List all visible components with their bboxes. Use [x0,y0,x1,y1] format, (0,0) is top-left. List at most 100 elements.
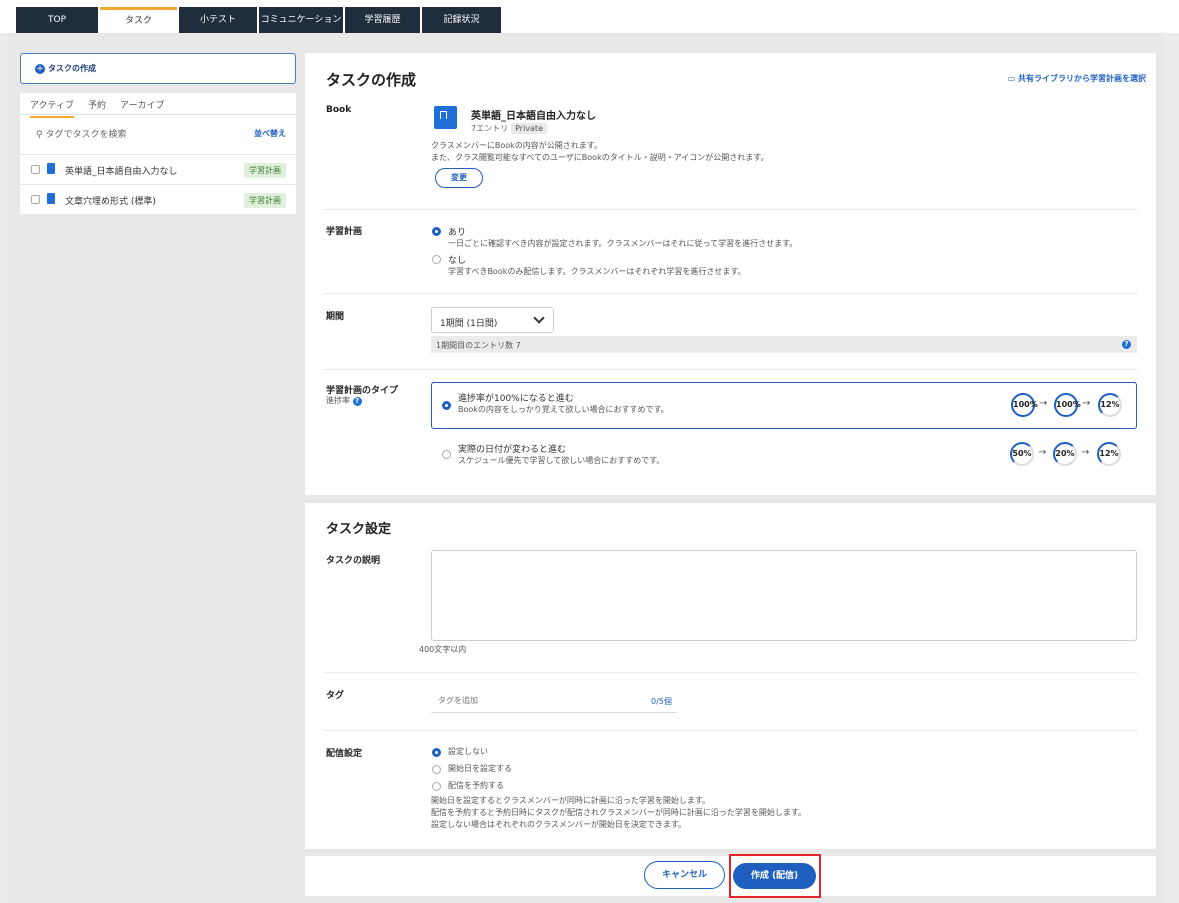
sort-button[interactable]: 並べ替え [254,128,286,139]
divider [323,369,1138,370]
visibility-badge: Private [511,123,547,134]
divider [20,114,296,115]
option-title: 実際の日付が変わると進む [458,445,567,455]
list-item-label: 文章穴埋め形式 (標準) [65,197,156,207]
tag-label: タグ [326,691,345,701]
tab-record-status[interactable]: 記録状況 [422,7,501,34]
tag-input-underline [431,712,677,713]
arrow-right-icon: → [1039,398,1048,409]
delivery-start-date-radio[interactable] [432,765,441,774]
list-item-label: 英単語_日本語自由入力なし [65,167,178,177]
description-limit: 400文字以内 [419,645,467,654]
delivery-label: 配信設定 [326,749,363,759]
task-list-panel: アクティブ 予約 アーカイブ ⚲ タグでタスクを検索 並べ替え 英単語_日本語自… [20,93,296,214]
plan-no-radio[interactable] [432,255,441,264]
tag-count: 0/5個 [651,697,672,706]
book-meta: 7エントリ Private [471,123,547,134]
divider [323,730,1138,731]
progress-circle: 12% [1097,442,1121,466]
plan-badge: 学習計画 [244,163,286,178]
period-info-bar: 1期間目のエントリ数 7 ? [431,336,1137,353]
book-icon [434,106,457,129]
task-settings-panel: タスク設定 タスクの説明 400文字以内 タグ タグを追加 0/5個 配信設定 … [305,503,1156,849]
tab-archive[interactable]: アーカイブ [120,98,164,118]
option-title: 進捗率が100%になると進む [458,394,574,404]
plus-icon: + [35,64,45,74]
book-note-1: クラスメンバーにBookの内容が公開されます。 [431,141,602,150]
progress-label-text: 進捗率 [326,396,350,405]
progress-circle: 20% [1053,442,1077,466]
book-icon [47,193,55,204]
book-note-2: また、クラス閲覧可能なすべてのユーザにBookのタイトル・説明・アイコンが公開さ… [431,153,769,162]
plan-yes-label: あり [448,228,467,238]
arrow-right-icon: → [1038,447,1047,458]
option-note: スケジュール優先で学習して欲しい場合におすすめです。 [458,456,665,465]
shared-library-link[interactable]: ▭ 共有ライブラリから学習計画を選択 [1008,73,1146,84]
tab-learning-history[interactable]: 学習履歴 [345,7,420,34]
task-create-panel: タスクの作成 ▭ 共有ライブラリから学習計画を選択 Book 英単語_日本語自由… [305,53,1156,495]
nav-tabs: TOP タスク 小テスト コミュニケーション 学習履歴 記録状況 [16,7,501,34]
page-title: タスクの作成 [326,71,417,89]
arrow-right-icon: → [1081,447,1090,458]
folder-icon: ▭ [1007,74,1018,83]
progress-circle: 100% [1054,393,1081,417]
tag-input[interactable]: タグを追加 [438,695,478,707]
settings-title: タスク設定 [326,522,392,537]
plan-no-label: なし [448,256,467,266]
divider [323,672,1138,673]
help-icon[interactable]: ? [1122,340,1131,349]
tag-search-input[interactable]: ⚲ タグでタスクを検索 [36,127,126,140]
delivery-note-1: 開始日を設定するとクラスメンバーが同時に計画に沿った学習を開始します。 [431,796,711,805]
period-selected-value: 1期間 (1日間) [440,319,498,329]
delivery-option-label: 配信を予約する [448,781,504,790]
divider [323,293,1138,294]
tab-task[interactable]: タスク [100,7,177,34]
plan-badge: 学習計画 [244,193,286,208]
progress-radio[interactable] [442,401,451,410]
option-note: Bookの内容をしっかり覚えて欲しい場合におすすめです。 [458,405,669,414]
date-radio[interactable] [442,450,451,459]
book-title: 英単語_日本語自由入力なし [471,111,596,122]
period-label: 期間 [326,312,345,322]
period-entry-count: 1期間目のエントリ数 7 [436,341,521,350]
tab-communication[interactable]: コミュニケーション [259,7,343,34]
create-task-label: タスクの作成 [48,64,96,73]
checkbox[interactable] [31,195,40,204]
plan-type-option-progress[interactable]: 進捗率が100%になると進む Bookの内容をしっかり覚えて欲しい場合におすすめ… [431,382,1137,429]
description-label: タスクの説明 [326,556,381,566]
divider [323,209,1138,210]
delivery-option-label: 開始日を設定する [448,764,512,773]
action-footer: キャンセル 作成 (配信) [305,854,1156,898]
book-icon [47,163,55,174]
delivery-note-2: 配信を予約すると予約日時にタスクが配信されクラスメンバーが同時に計画に沿った学習… [431,808,807,817]
task-list-tabs: アクティブ 予約 アーカイブ [30,98,165,118]
tag-search-placeholder: タグでタスクを検索 [45,130,127,140]
help-icon[interactable]: ? [352,397,362,406]
plan-label: 学習計画 [326,227,363,237]
cancel-button[interactable]: キャンセル [644,861,725,889]
arrow-right-icon: → [1082,398,1091,409]
tab-scheduled[interactable]: 予約 [88,98,106,118]
plan-yes-note: 一日ごとに確認すべき内容が設定されます。クラスメンバーはそれに従って学習を進行さ… [448,239,798,248]
description-textarea[interactable] [431,550,1137,641]
tab-active[interactable]: アクティブ [30,98,75,118]
create-task-button[interactable]: + タスクの作成 [20,53,296,84]
delivery-schedule-radio[interactable] [432,782,441,791]
progress-label: 進捗率 ? [326,395,362,407]
delivery-option-label: 設定しない [448,747,488,756]
plan-yes-radio[interactable] [432,227,441,236]
checkbox[interactable] [31,165,40,174]
delivery-note-3: 設定しない場合はそれぞれのクラスメンバーが開始日を決定できます。 [431,820,687,829]
change-book-button[interactable]: 変更 [435,168,483,188]
progress-circle: 50% [1010,442,1034,466]
progress-circle: 12% [1098,393,1122,417]
shared-library-label: 共有ライブラリから学習計画を選択 [1018,74,1146,83]
tab-quiz[interactable]: 小テスト [179,7,257,34]
delivery-none-radio[interactable] [432,748,441,757]
tab-top[interactable]: TOP [16,7,98,34]
book-label: Book [326,105,352,115]
list-item[interactable]: 英単語_日本語自由入力なし 学習計画 [20,154,296,184]
list-item[interactable]: 文章穴埋め形式 (標準) 学習計画 [20,184,296,214]
period-select[interactable]: 1期間 (1日間) [431,307,554,333]
highlight-frame [729,854,821,898]
